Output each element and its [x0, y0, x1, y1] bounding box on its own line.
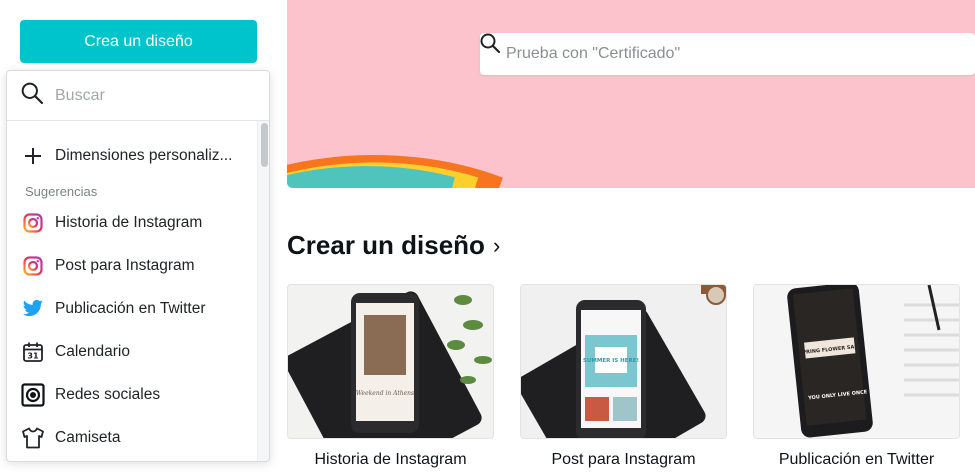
custom-dimensions-label: Dimensiones personaliz... — [55, 147, 233, 164]
dropdown-item-calendar[interactable]: 31 Calendario — [7, 330, 257, 373]
create-design-dropdown: Buscar Dimensiones personaliz... Sugeren… — [6, 70, 270, 462]
card-label: Post para Instagram — [551, 451, 696, 468]
svg-text:31: 31 — [27, 351, 39, 360]
section-title: Crear un diseño — [287, 230, 485, 260]
suggestions-section-label: Sugerencias — [25, 183, 98, 199]
card-label: Historia de Instagram — [314, 451, 467, 468]
rainbow-illustration — [287, 155, 503, 188]
social-media-icon — [21, 382, 45, 407]
card-thumbnail[interactable]: Weekend in Athens — [287, 284, 494, 439]
design-card-instagram-post[interactable]: SUMMER IS HERE! Post para Instagram — [520, 284, 727, 469]
twitter-icon — [21, 297, 45, 321]
phone-mockup-image: SPRING FLOWER SALE YOU ONLY LIVE ONCE — [787, 285, 959, 438]
plus-icon — [21, 144, 45, 168]
card-label: Publicación en Twitter — [778, 451, 935, 468]
dropdown-scrollbar[interactable] — [257, 121, 269, 461]
dropdown-list: Dimensiones personaliz... Sugerencias Hi… — [7, 121, 257, 459]
instagram-icon — [21, 211, 45, 235]
design-card-twitter-post[interactable]: SPRING FLOWER SALE YOU ONLY LIVE ONCE Pu… — [753, 284, 960, 469]
dropdown-item-twitter-post[interactable]: Publicación en Twitter — [7, 287, 257, 330]
dropdown-item-instagram-post[interactable]: Post para Instagram — [7, 244, 257, 287]
dropdown-search-input[interactable]: Buscar — [7, 71, 269, 121]
dropdown-item-instagram-story[interactable]: Historia de Instagram — [7, 201, 257, 244]
chevron-right-icon: › — [492, 232, 501, 258]
card-1-screen-caption: Weekend in Athens — [356, 390, 414, 397]
card-thumbnail[interactable]: SPRING FLOWER SALE YOU ONLY LIVE ONCE — [753, 284, 960, 439]
calendar-icon: 31 — [21, 340, 45, 364]
instagram-icon — [21, 254, 45, 278]
phone-mockup-image: Weekend in Athens — [288, 291, 492, 438]
dropdown-search-placeholder: Buscar — [55, 86, 105, 104]
card-2-screen-caption: SUMMER IS HERE! — [583, 358, 639, 364]
dropdown-item-label: Post para Instagram — [55, 256, 195, 274]
create-design-heading[interactable]: Crear un diseño › — [287, 230, 500, 261]
card-thumbnail[interactable]: SUMMER IS HERE! — [520, 284, 727, 439]
dropdown-item-label: Publicación en Twitter — [55, 299, 206, 317]
dropdown-item-label: Camiseta — [55, 428, 121, 446]
tshirt-icon — [21, 426, 45, 450]
dropdown-item-social-media[interactable]: Redes sociales — [7, 373, 257, 416]
dropdown-item-label: Redes sociales — [55, 385, 161, 403]
template-search-placeholder: Prueba con "Certificado" — [506, 45, 681, 62]
hero-banner: Prueba con "Certificado" — [287, 0, 975, 188]
dropdown-item-label: Historia de Instagram — [55, 213, 203, 231]
search-icon — [21, 82, 44, 109]
dropdown-item-label: Calendario — [55, 342, 130, 360]
create-design-button[interactable]: Crea un diseño — [20, 20, 257, 63]
scrollbar-thumb[interactable] — [261, 123, 268, 167]
dropdown-item-tshirt[interactable]: Camiseta — [7, 416, 257, 459]
phone-mockup-image: SUMMER IS HERE! — [521, 285, 726, 438]
design-card-instagram-story[interactable]: Weekend in Athens Historia de Instagram — [287, 284, 494, 469]
custom-dimensions-item[interactable]: Dimensiones personaliz... — [7, 121, 257, 181]
template-search-bar[interactable]: Prueba con "Certificado" — [480, 33, 975, 75]
